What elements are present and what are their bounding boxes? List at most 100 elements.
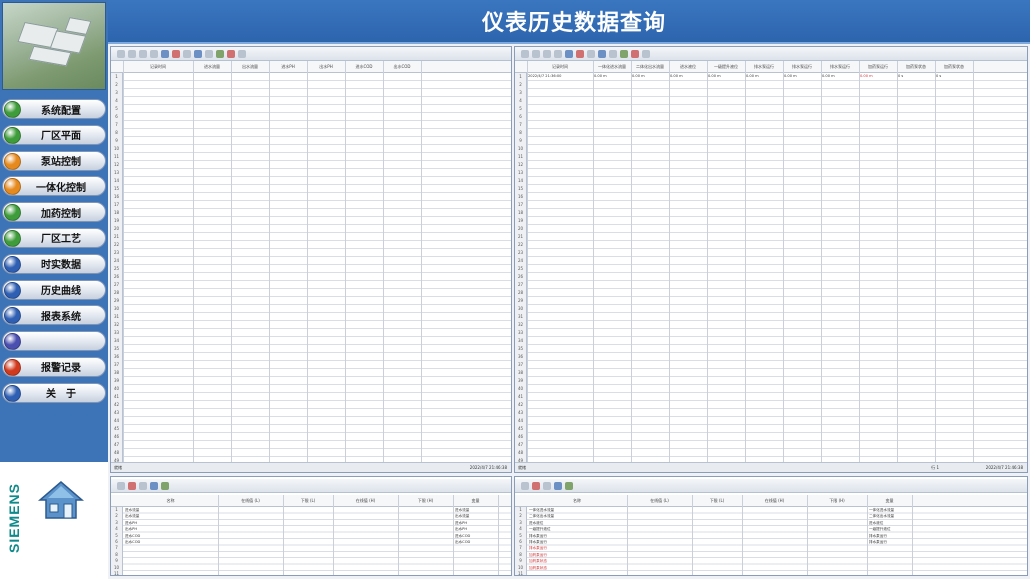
select-time-icon[interactable]	[172, 49, 180, 58]
column-header[interactable]: 下限 (L)	[283, 495, 333, 507]
column-header[interactable]: 在线值 (H)	[333, 495, 398, 507]
first-record-icon[interactable]	[117, 49, 125, 58]
column-header[interactable]: 进水COD	[345, 61, 383, 73]
left-data-grid[interactable]: 记录时间 进水流量 出水流量 进水PH 出水PH 进水COD 出水COD 1 2 3 4 5 6 7 8 9 1…	[111, 61, 511, 462]
column-header[interactable]: 加药泵运行	[859, 61, 897, 73]
first-record-icon[interactable]	[521, 49, 529, 58]
column-header[interactable]: 出水流量	[231, 61, 269, 73]
grid-cell[interactable]: 0.00 m	[784, 73, 797, 80]
settings-icon[interactable]	[194, 49, 202, 58]
select-time-icon[interactable]	[576, 49, 584, 58]
menu-label: 时实数据	[41, 260, 81, 272]
column-header[interactable]: 下限 (L)	[692, 495, 742, 507]
column-header[interactable]: 记录时间	[123, 61, 193, 73]
menu-button[interactable]: 泵站控制	[2, 150, 106, 171]
column-header[interactable]: 排水泵运行	[821, 61, 859, 73]
next-icon[interactable]	[139, 481, 147, 490]
column-header[interactable]: 变量	[867, 495, 912, 507]
next-page-icon[interactable]	[642, 49, 650, 58]
column-header[interactable]: 加药泵状态	[897, 61, 935, 73]
settings-icon[interactable]	[598, 49, 606, 58]
column-header[interactable]: 在线值 (L)	[627, 495, 692, 507]
print-icon[interactable]	[150, 481, 158, 490]
edit-icon[interactable]	[521, 481, 529, 490]
prev-record-icon[interactable]	[128, 49, 136, 58]
last-record-icon[interactable]	[554, 49, 562, 58]
select-tag-icon[interactable]	[532, 481, 540, 490]
next-record-icon[interactable]	[139, 49, 147, 58]
column-header[interactable]: 进水流量	[193, 61, 231, 73]
column-header[interactable]: 出水COD	[383, 61, 421, 73]
column-header[interactable]: 下限 (H)	[807, 495, 867, 507]
tag-variable-cell[interactable]: 排水泵运行	[869, 539, 887, 545]
column-header[interactable]: 一体化进水流量	[593, 61, 631, 73]
tag-name-cell[interactable]: 出水COD	[125, 539, 140, 545]
column-header[interactable]: 进水液位	[669, 61, 707, 73]
column-header[interactable]: 进水PH	[269, 61, 307, 73]
next-page-icon[interactable]	[238, 49, 246, 58]
grid-cell[interactable]: 0.00 m	[746, 73, 759, 80]
row-number: 39	[113, 378, 120, 383]
home-icon[interactable]	[36, 478, 86, 522]
column-header[interactable]: 出水PH	[307, 61, 345, 73]
menu-button[interactable]: 厂区工艺	[2, 227, 106, 248]
column-header[interactable]: 名称	[123, 495, 218, 507]
grid-cell[interactable]: 0.00 m	[594, 73, 607, 80]
column-header[interactable]: 变量	[453, 495, 498, 507]
grid-cell[interactable]: 0.00 m	[632, 73, 645, 80]
stop-icon[interactable]	[631, 49, 639, 58]
grid-cell[interactable]: 0 s	[898, 73, 903, 80]
menu-button[interactable]	[2, 331, 106, 352]
prev-record-icon[interactable]	[532, 49, 540, 58]
export-icon[interactable]	[620, 49, 628, 58]
export-icon[interactable]	[565, 481, 573, 490]
column-header[interactable]: 名称	[527, 495, 627, 507]
grid-cell[interactable]: 0.00 m	[670, 73, 683, 80]
left-tag-table[interactable]: 名称 在线值 (L) 下限 (L) 在线值 (H) 下限 (H) 变量 1 2 3 4 5 6 7 8 9 1…	[111, 495, 511, 575]
export-icon[interactable]	[216, 49, 224, 58]
grid-cell[interactable]: 0.00 m	[860, 73, 873, 80]
menu-button[interactable]: 报警记录	[2, 356, 106, 377]
last-record-icon[interactable]	[150, 49, 158, 58]
column-header[interactable]: 一级提升液位	[707, 61, 745, 73]
column-header[interactable]: 排水泵运行	[745, 61, 783, 73]
column-header[interactable]: 记录时间	[527, 61, 593, 73]
menu-button[interactable]: 历史曲线	[2, 279, 106, 300]
menu-button[interactable]: 报表系统	[2, 305, 106, 326]
grid-cell[interactable]: 0.00 m	[822, 73, 835, 80]
grid-cell[interactable]: 2022/4/7 21:36:00	[528, 73, 561, 80]
print-icon[interactable]	[554, 481, 562, 490]
menu-button[interactable]: 一体化控制	[2, 176, 106, 197]
menu-button[interactable]: 时实数据	[2, 253, 106, 274]
menu-button[interactable]: 关 于	[2, 382, 106, 403]
menu-button[interactable]: 厂区平面	[2, 124, 106, 145]
print-icon[interactable]	[205, 49, 213, 58]
edit-icon[interactable]	[117, 481, 125, 490]
print-icon[interactable]	[609, 49, 617, 58]
grid-cell[interactable]: 0.00 m	[708, 73, 721, 80]
column-header[interactable]: 在线值 (L)	[218, 495, 283, 507]
select-tag-icon[interactable]	[128, 481, 136, 490]
column-header[interactable]: 下限 (H)	[398, 495, 453, 507]
right-tag-table[interactable]: 名称 在线值 (L) 下限 (L) 在线值 (H) 下限 (H) 变量 1 2 3 4 5 6 7 8 9 1…	[515, 495, 1027, 575]
clock-icon[interactable]	[587, 49, 595, 58]
menu-button[interactable]: 系统配置	[2, 99, 106, 119]
tag-name-cell[interactable]: 加药泵状态	[529, 565, 547, 571]
column-header[interactable]: 加药泵状态	[935, 61, 973, 73]
grid-cell[interactable]: 0 s	[936, 73, 941, 80]
tag-variable-cell[interactable]: 出水COD	[455, 539, 470, 545]
row-number: 39	[517, 378, 524, 383]
export-icon[interactable]	[161, 481, 169, 490]
stop-icon[interactable]	[227, 49, 235, 58]
row-number: 5	[519, 106, 522, 111]
column-header[interactable]: 在线值 (H)	[742, 495, 807, 507]
refresh-icon[interactable]	[565, 49, 573, 58]
refresh-icon[interactable]	[161, 49, 169, 58]
column-header[interactable]: 二体化出水流量	[631, 61, 669, 73]
clock-icon[interactable]	[183, 49, 191, 58]
next-record-icon[interactable]	[543, 49, 551, 58]
right-data-grid[interactable]: 记录时间 一体化进水流量 二体化出水流量 进水液位 一级提升液位 排水泵运行 排水泵运行 排水…	[515, 61, 1027, 462]
next-icon[interactable]	[543, 481, 551, 490]
menu-button[interactable]: 加药控制	[2, 202, 106, 223]
column-header[interactable]: 排水泵运行	[783, 61, 821, 73]
